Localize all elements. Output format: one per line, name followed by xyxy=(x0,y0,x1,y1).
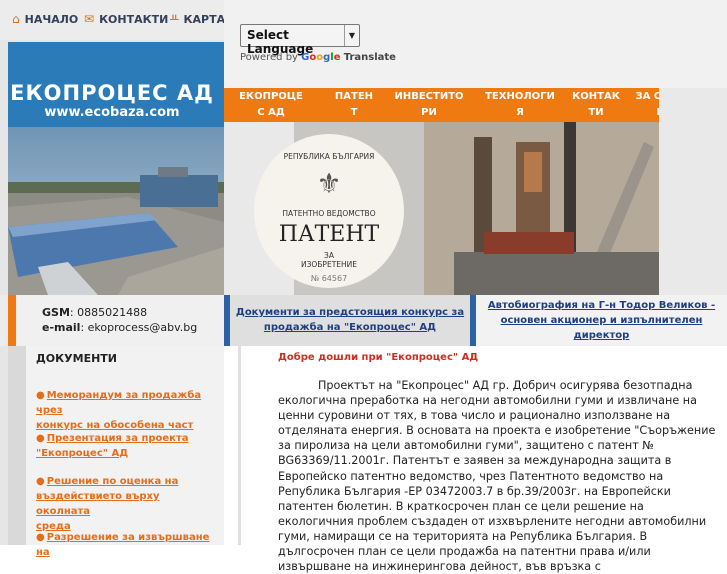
sidebar-item-label: въздействието върху околната xyxy=(36,491,160,517)
sidebar-item-label: конкурс на обособена част xyxy=(36,420,194,431)
menu-item-technology[interactable]: ТЕХНОЛОГИЯ xyxy=(484,88,556,122)
docs-link-box: Документи за предстоящия конкурс за прод… xyxy=(224,295,470,346)
patent-number: № 64567 xyxy=(310,274,348,283)
sidebar-title: ДОКУМЕНТИ xyxy=(36,352,117,365)
menu-item-investors[interactable]: ИНВЕСТИТОРИ xyxy=(392,88,466,122)
patent-title: ПАТЕНТ xyxy=(278,222,380,247)
coat-of-arms-icon: ⚜ xyxy=(316,167,342,200)
logo-title: ЕКОПРОЦЕС АД xyxy=(10,81,214,105)
patent-invention: ИЗОБРЕТЕНИЕ xyxy=(300,260,358,269)
bullet-icon: ● xyxy=(36,532,45,543)
email-value[interactable]: : ekoprocess@abv.bg xyxy=(80,321,197,334)
site-logo[interactable]: ЕКОПРОЦЕС АД www.ecobaza.com xyxy=(8,42,224,127)
email-label: e-mail xyxy=(42,321,81,334)
menu-item-patent[interactable]: ПАТЕНТ xyxy=(334,88,374,122)
sidebar-item-label: Меморандум за продажба чрез xyxy=(36,390,202,416)
nav-contacts[interactable]: ✉ КОНТАКТИ xyxy=(84,12,168,26)
home-icon: ⌂ xyxy=(12,12,20,26)
mail-icon: ✉ xyxy=(84,12,95,26)
translate-label: Translate xyxy=(343,52,396,63)
docs-link-line2[interactable]: продажба на "Екопроцес" АД xyxy=(230,320,470,335)
bullet-icon: ● xyxy=(36,476,45,487)
bio-link-line2[interactable]: основен акционер и изпълнителен xyxy=(476,313,727,328)
column-divider xyxy=(238,346,241,545)
nav-map-label: КАРТА xyxy=(183,12,226,26)
nav-map[interactable]: ᚇ КАРТА xyxy=(170,12,225,26)
sidebar-item-memorandum[interactable]: ● Меморандум за продажба чрез конкурс на … xyxy=(36,388,212,433)
sidebar-item-label: "Екопроцес" АД xyxy=(36,448,129,459)
sitemap-icon: ᚇ xyxy=(170,12,179,26)
bio-link-line3[interactable]: директор xyxy=(476,328,727,343)
language-select[interactable]: Select Language ▼ xyxy=(240,24,360,56)
main-content: Добре дошли при "Екопроцес" АД Проектът … xyxy=(278,352,718,574)
gsm-label: GSM xyxy=(42,306,70,319)
email-line: e-mail: ekoprocess@abv.bg xyxy=(42,321,197,334)
sidebar-item-presentation[interactable]: ● Презентация за проекта "Екопроцес" АД xyxy=(36,431,212,461)
main-menu: ЕКОПРОЦЕС АД ПАТЕНТ ИНВЕСТИТОРИ ТЕХНОЛОГ… xyxy=(224,88,727,122)
nav-home-label: НАЧАЛО xyxy=(24,12,79,26)
bullet-icon: ● xyxy=(36,390,45,401)
patent-republic: РЕПУБЛИКА БЪЛГАРИЯ xyxy=(283,152,375,161)
sidebar-item-permit[interactable]: ● Разрешение за извършване на xyxy=(36,530,212,560)
patent-banner: РЕПУБЛИКА БЪЛГАРИЯ ⚜ ПАТЕНТНО ВЕДОМСТВО … xyxy=(224,122,659,295)
gsm-line: GSM: 0885021488 xyxy=(42,306,147,319)
sidebar-item-label: Разрешение за извършване на xyxy=(36,532,210,558)
menu-item-ekoprotses[interactable]: ЕКОПРОЦЕС АД xyxy=(224,88,306,122)
logo-url: www.ecobaza.com xyxy=(44,105,180,120)
patent-for: ЗА xyxy=(324,251,334,260)
sidebar-item-decision[interactable]: ● Решение по оценка на въздействието върх… xyxy=(36,474,212,534)
bio-link-box: Автобиография на Г-н Тодор Великов - осн… xyxy=(470,295,727,346)
google-letter: e xyxy=(333,52,341,63)
documents-sidebar: ДОКУМЕНТИ ● Меморандум за продажба чрез к… xyxy=(8,346,224,558)
powered-by-google[interactable]: Powered by Google Translate xyxy=(240,52,396,63)
gsm-value: : 0885021488 xyxy=(69,306,148,319)
patent-office: ПАТЕНТНО ВЕДОМСТВО xyxy=(282,209,376,218)
nav-home[interactable]: ⌂ НАЧАЛО xyxy=(12,12,78,26)
sidebar-item-label: Решение по оценка на xyxy=(46,476,179,487)
bullet-icon: ● xyxy=(36,433,45,444)
patent-certificate: РЕПУБЛИКА БЪЛГАРИЯ ⚜ ПАТЕНТНО ВЕДОМСТВО … xyxy=(254,134,404,288)
chevron-down-icon: ▼ xyxy=(344,25,359,46)
welcome-heading: Добре дошли при "Екопроцес" АД xyxy=(278,352,479,363)
powered-by-label: Powered by xyxy=(240,52,298,63)
sidebar-item-label: Презентация за проекта xyxy=(46,433,189,444)
menu-item-contacts[interactable]: КОНТАКТИ xyxy=(572,88,620,122)
docs-link-line1[interactable]: Документи за предстоящия конкурс за xyxy=(230,305,470,320)
contact-box: GSM: 0885021488 e-mail: ekoprocess@abv.b… xyxy=(8,295,224,346)
top-nav: ⌂ НАЧАЛО ✉ КОНТАКТИ ᚇ КАРТА xyxy=(0,0,225,40)
nav-contacts-label: КОНТАКТИ xyxy=(99,12,169,26)
translate-area: Select Language ▼ Powered by Google Tran… xyxy=(224,0,727,88)
bio-link-line1[interactable]: Автобиография на Г-н Тодор Великов - xyxy=(476,298,727,313)
plant-photo xyxy=(8,127,224,295)
banner-right-strip xyxy=(659,88,727,295)
